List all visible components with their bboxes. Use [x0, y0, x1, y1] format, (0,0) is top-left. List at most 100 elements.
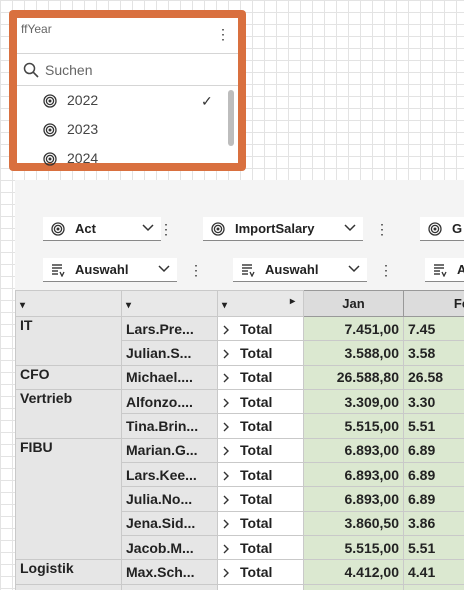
- subset-selector-3[interactable]: A: [425, 258, 464, 282]
- person-cell[interactable]: Alfonzo....: [121, 389, 218, 415]
- total-column-header[interactable]: ▾ ▸: [217, 290, 304, 317]
- subset-list-icon: [52, 264, 65, 277]
- dept-cell[interactable]: Vertrieb: [15, 389, 122, 439]
- dept-cell[interactable]: CFO: [15, 364, 122, 391]
- chevron-right-icon[interactable]: [222, 325, 230, 335]
- chevron-right-icon[interactable]: [222, 422, 230, 432]
- total-cell[interactable]: Total: [217, 559, 304, 585]
- year-option-2022[interactable]: 2022 ✓: [17, 86, 238, 115]
- filter-menu-icon[interactable]: ⋮: [216, 27, 230, 41]
- total-cell[interactable]: Total: [217, 364, 304, 391]
- person-cell[interactable]: Jena.Sid...: [121, 510, 218, 537]
- person-column-header[interactable]: ▾: [121, 290, 218, 317]
- version-selector[interactable]: Act: [43, 217, 161, 241]
- chevron-right-icon[interactable]: [222, 446, 230, 456]
- subset-1-menu-icon[interactable]: ⋮: [189, 263, 203, 277]
- dept-column-header[interactable]: ▾: [15, 290, 122, 317]
- total-cell[interactable]: Total: [217, 510, 304, 537]
- total-cell[interactable]: Total: [217, 413, 304, 439]
- chevron-right-icon[interactable]: [222, 398, 230, 408]
- value-cell-jan[interactable]: 4.412,00: [303, 559, 404, 585]
- value-cell-jan[interactable]: 6.893,00: [303, 437, 404, 464]
- total-cell[interactable]: [217, 583, 304, 590]
- person-cell[interactable]: Tina.Brin...: [121, 413, 218, 439]
- value-cell-feb[interactable]: 3.58: [403, 340, 464, 366]
- total-cell[interactable]: Total: [217, 389, 304, 415]
- year-option-2024[interactable]: 2024: [17, 144, 238, 173]
- third-dimension-selector[interactable]: G: [420, 217, 464, 241]
- value-cell-jan[interactable]: 6.893,00: [303, 462, 404, 488]
- chevron-right-icon[interactable]: [222, 495, 230, 505]
- dept-cell[interactable]: IT: [15, 316, 122, 366]
- chevron-right-icon[interactable]: [222, 349, 230, 359]
- value-cell-jan[interactable]: 3.588,00: [303, 340, 404, 366]
- year-option-2023[interactable]: 2023: [17, 115, 238, 144]
- filter-title: ffYear: [21, 22, 52, 36]
- month-header-feb[interactable]: Feb: [403, 290, 464, 317]
- dept-cell[interactable]: Logistik: [15, 559, 122, 585]
- value-cell-feb[interactable]: 6.89: [403, 462, 464, 488]
- total-cell[interactable]: Total: [217, 437, 304, 464]
- version-menu-icon[interactable]: ⋮: [159, 222, 173, 236]
- checkmark-icon: ✓: [201, 93, 213, 109]
- person-cell[interactable]: Julia.No...: [121, 486, 218, 512]
- target-icon: [43, 123, 57, 137]
- person-cell[interactable]: Lars.Kee...: [121, 462, 218, 488]
- person-cell[interactable]: Julian.S...: [121, 340, 218, 366]
- person-cell[interactable]: Marian.G...: [121, 437, 218, 464]
- value-cell-feb[interactable]: 6.89: [403, 486, 464, 512]
- person-cell[interactable]: Michael....: [121, 364, 218, 391]
- expand-right-icon[interactable]: ▸: [290, 296, 295, 307]
- value-cell-feb[interactable]: 3.30: [403, 389, 464, 415]
- month-header-jan[interactable]: Jan: [303, 290, 404, 317]
- value-cell-feb[interactable]: 6.89: [403, 437, 464, 464]
- import-salary-selector[interactable]: ImportSalary: [203, 217, 363, 241]
- total-cell[interactable]: Total: [217, 486, 304, 512]
- option-list-scrollbar[interactable]: [228, 90, 234, 146]
- person-cell[interactable]: Lars.Pre...: [121, 315, 218, 342]
- person-cell[interactable]: [121, 583, 218, 590]
- person-cell[interactable]: Max.Sch...: [121, 559, 218, 585]
- value-cell-feb[interactable]: 5.51: [403, 535, 464, 561]
- value-cell-feb[interactable]: 7.45: [403, 315, 464, 342]
- sort-down-icon: ▾: [20, 300, 26, 311]
- total-label: Total: [240, 393, 273, 410]
- table-row: CFO Michael.... Total 26.588,80 26.58: [15, 364, 464, 391]
- value-cell-jan[interactable]: 5.515,00: [303, 413, 404, 439]
- value-cell-jan[interactable]: 6.893,00: [303, 486, 404, 512]
- value-cell-jan[interactable]: 3.860,50: [303, 510, 404, 537]
- subset-selector-1[interactable]: Auswahl: [43, 258, 177, 282]
- value-cell-jan[interactable]: 5.515,00: [303, 535, 404, 561]
- chevron-right-icon[interactable]: [222, 568, 230, 578]
- subset-selector-2[interactable]: Auswahl: [233, 258, 367, 282]
- total-cell[interactable]: Total: [217, 535, 304, 561]
- value-cell-feb[interactable]: 4.41: [403, 559, 464, 585]
- total-cell[interactable]: Total: [217, 315, 304, 342]
- chevron-right-icon[interactable]: [222, 519, 230, 529]
- target-icon: [43, 94, 57, 108]
- total-label: Total: [240, 345, 273, 362]
- value-cell-jan[interactable]: 3.309,00: [303, 389, 404, 415]
- person-cell[interactable]: Jacob.M...: [121, 535, 218, 561]
- total-cell[interactable]: Total: [217, 340, 304, 366]
- chevron-right-icon[interactable]: [222, 373, 230, 383]
- third-dimension-selector-label: G: [452, 221, 463, 236]
- chevron-right-icon[interactable]: [222, 544, 230, 554]
- value-cell-feb[interactable]: 3.86: [403, 510, 464, 537]
- chevron-right-icon[interactable]: [222, 471, 230, 481]
- value-cell-jan[interactable]: [303, 583, 404, 590]
- search-input[interactable]: [45, 60, 225, 80]
- import-salary-menu-icon[interactable]: ⋮: [375, 222, 389, 236]
- pivot-sheet: Act ⋮ ImportSalary ⋮ G Auswahl ⋮ Auswahl…: [15, 180, 464, 590]
- total-cell[interactable]: Total: [217, 462, 304, 488]
- dept-cell[interactable]: FIBU: [15, 437, 122, 561]
- value-cell-feb[interactable]: [403, 583, 464, 590]
- dept-cell[interactable]: [15, 583, 122, 590]
- value-cell-jan[interactable]: 26.588,80: [303, 364, 404, 391]
- subset-2-menu-icon[interactable]: ⋮: [379, 263, 393, 277]
- value-cell-jan[interactable]: 7.451,00: [303, 315, 404, 342]
- chevron-down-icon: [348, 265, 360, 273]
- value-cell-feb[interactable]: 5.51: [403, 413, 464, 439]
- value-cell-feb[interactable]: 26.58: [403, 364, 464, 391]
- search-icon: [23, 62, 39, 78]
